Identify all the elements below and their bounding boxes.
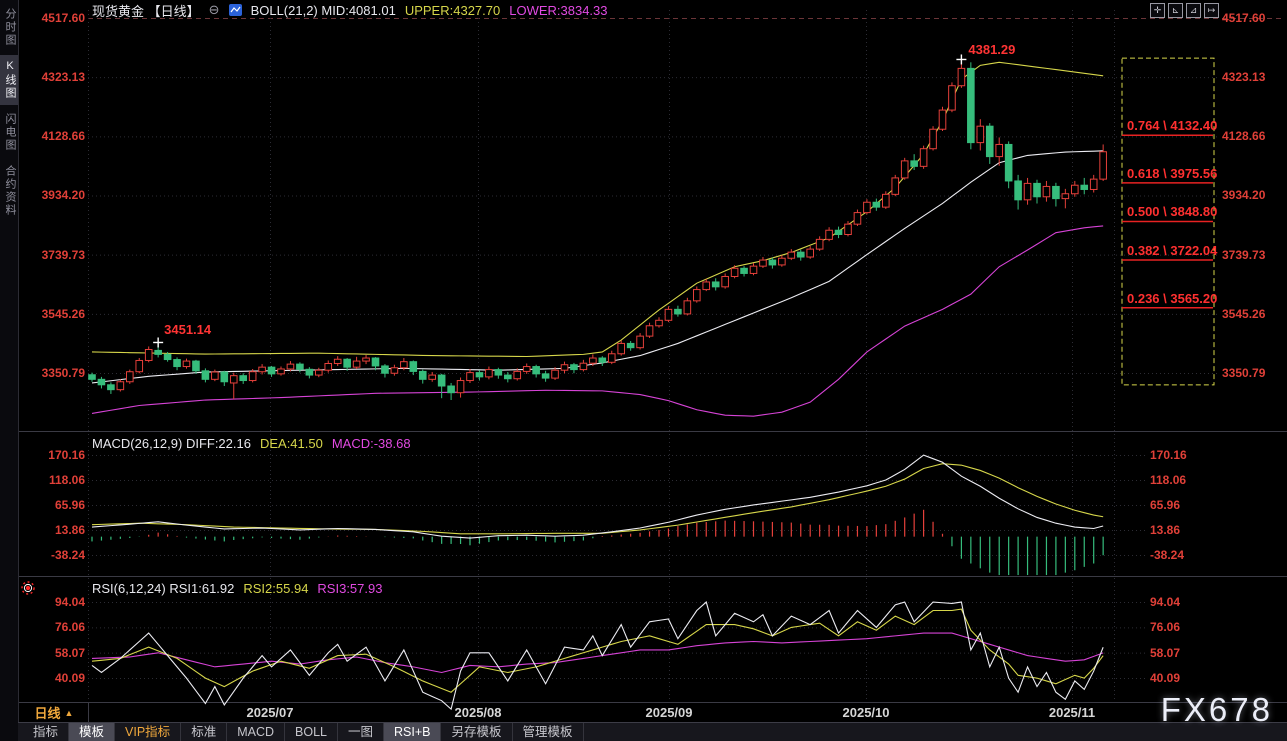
axis-scale-icon[interactable]: ⊾ <box>1168 3 1183 18</box>
fib-level-label: 0.382 \ 3722.04 <box>1127 243 1217 258</box>
chart-toolbar: ✛⊾⊿↦ <box>1150 3 1219 18</box>
axis-label: 3350.79 <box>1222 366 1265 380</box>
axis-label: 170.16 <box>48 448 85 462</box>
axis-label: 4128.66 <box>42 129 85 143</box>
axis-label: 94.04 <box>55 595 85 609</box>
axis-label: 3934.20 <box>42 188 85 202</box>
left-sidebar: 分时图 K线图闪电图合约资料 <box>0 0 19 741</box>
boll-upper-value: UPPER:4327.70 <box>405 3 500 18</box>
axis-zoom-icon[interactable]: ⊿ <box>1186 3 1201 18</box>
tab-VIP指标[interactable]: VIP指标 <box>115 723 181 741</box>
axis-label: 13.86 <box>1150 523 1180 537</box>
left-peak-annotation: 3451.14 <box>164 322 211 337</box>
export-icon[interactable]: ↦ <box>1204 3 1219 18</box>
symbol-title: 现货黄金 【日线】 <box>92 1 200 20</box>
period-selector[interactable]: 日线▲ <box>22 703 86 722</box>
tab-管理模板[interactable]: 管理模板 <box>513 723 584 741</box>
indicator-tab-bar: 指标模板VIP指标标准MACDBOLL一图RSI+B另存模板管理模板 <box>18 722 1287 741</box>
axis-label: 4517.60 <box>42 11 85 25</box>
rsi1-label: RSI(6,12,24) RSI1:61.92 <box>92 581 234 596</box>
tab-指标[interactable]: 指标 <box>23 723 69 741</box>
xaxis-date-label: 2025/09 <box>646 704 693 722</box>
boll-label: BOLL(21,2) MID:4081.01 <box>251 3 396 18</box>
sidebar-item-K线图[interactable]: K线图 <box>0 55 18 105</box>
axis-label: 76.06 <box>55 620 85 634</box>
axis-label: 170.16 <box>1150 448 1187 462</box>
xaxis-date-label: 2025/08 <box>455 704 502 722</box>
macd-label: MACD(26,12,9) DIFF:22.16 <box>92 436 251 451</box>
macd-header: MACD(26,12,9) DIFF:22.16 DEA:41.50 MACD:… <box>92 436 411 451</box>
axis-label: 58.07 <box>55 646 85 660</box>
axis-label: 3545.26 <box>1222 307 1265 321</box>
fib-level-label: 0.236 \ 3565.20 <box>1127 291 1217 306</box>
axis-label: 4128.66 <box>1222 129 1265 143</box>
axis-label: 65.96 <box>55 498 85 512</box>
chevron-up-icon: ▲ <box>65 708 74 718</box>
high-peak-annotation: 4381.29 <box>968 42 1015 57</box>
fx678-watermark: FX678 <box>1161 691 1273 729</box>
axis-label: 40.09 <box>1150 671 1180 685</box>
fib-level-label: 0.500 \ 3848.80 <box>1127 204 1217 219</box>
tab-BOLL[interactable]: BOLL <box>285 723 338 741</box>
axis-label: 58.07 <box>1150 646 1180 660</box>
tab-一图[interactable]: 一图 <box>338 723 384 741</box>
axis-label: 118.06 <box>1150 473 1186 487</box>
indicator-chart-icon[interactable] <box>229 4 242 16</box>
axis-label: 3739.73 <box>1222 248 1265 262</box>
tab-模板[interactable]: 模板 <box>69 723 115 741</box>
tab-另存模板[interactable]: 另存模板 <box>441 723 512 741</box>
chart-header: 现货黄金 【日线】 ⊖ BOLL(21,2) MID:4081.01 UPPER… <box>92 2 608 18</box>
axis-label: 3350.79 <box>42 366 85 380</box>
axis-label: 4517.60 <box>1222 11 1265 25</box>
rsi3-value: RSI3:57.93 <box>317 581 382 596</box>
sidebar-item-闪电图[interactable]: 闪电图 <box>0 108 18 157</box>
macd-dea-value: DEA:41.50 <box>260 436 323 451</box>
rsi-header: RSI(6,12,24) RSI1:61.92 RSI2:55.94 RSI3:… <box>92 581 382 596</box>
macd-value: MACD:-38.68 <box>332 436 411 451</box>
collapse-icon[interactable]: ⊖ <box>209 2 220 18</box>
axis-label: 4323.13 <box>1222 70 1265 84</box>
rsi2-value: RSI2:55.94 <box>243 581 308 596</box>
axis-label: -38.24 <box>51 548 85 562</box>
axis-label: 65.96 <box>1150 498 1180 512</box>
axis-label: 94.04 <box>1150 595 1180 609</box>
sidebar-item-分时图[interactable]: 分时图 <box>0 3 18 52</box>
trading-chart-app: 分时图 K线图闪电图合约资料 现货黄金 【日线】 ⊖ BOLL(21,2) MID… <box>0 0 1287 741</box>
xaxis-date-label: 2025/10 <box>843 704 890 722</box>
boll-lower-value: LOWER:3834.33 <box>509 3 607 18</box>
fib-level-label: 0.618 \ 3975.56 <box>1127 166 1217 181</box>
axis-label: 3739.73 <box>42 248 85 262</box>
axis-label: 13.86 <box>55 523 85 537</box>
axis-label: 40.09 <box>55 671 85 685</box>
axis-label: 4323.13 <box>42 70 85 84</box>
chart-canvas[interactable] <box>0 0 1287 741</box>
xaxis-date-label: 2025/07 <box>247 704 294 722</box>
axis-label: 76.06 <box>1150 620 1180 634</box>
axis-label: 3934.20 <box>1222 188 1265 202</box>
tab-标准[interactable]: 标准 <box>181 723 227 741</box>
indicator-settings-icon[interactable] <box>20 580 36 601</box>
tab-MACD[interactable]: MACD <box>227 723 285 741</box>
xaxis-date-label: 2025/11 <box>1049 704 1095 722</box>
axis-label: 3545.26 <box>42 307 85 321</box>
axis-label: 118.06 <box>49 473 85 487</box>
tab-RSI+B[interactable]: RSI+B <box>384 723 441 741</box>
fib-level-label: 0.764 \ 4132.40 <box>1127 118 1217 133</box>
axis-label: -38.24 <box>1150 548 1184 562</box>
crosshair-icon[interactable]: ✛ <box>1150 3 1165 18</box>
sidebar-item-合约资料[interactable]: 合约资料 <box>0 160 18 222</box>
